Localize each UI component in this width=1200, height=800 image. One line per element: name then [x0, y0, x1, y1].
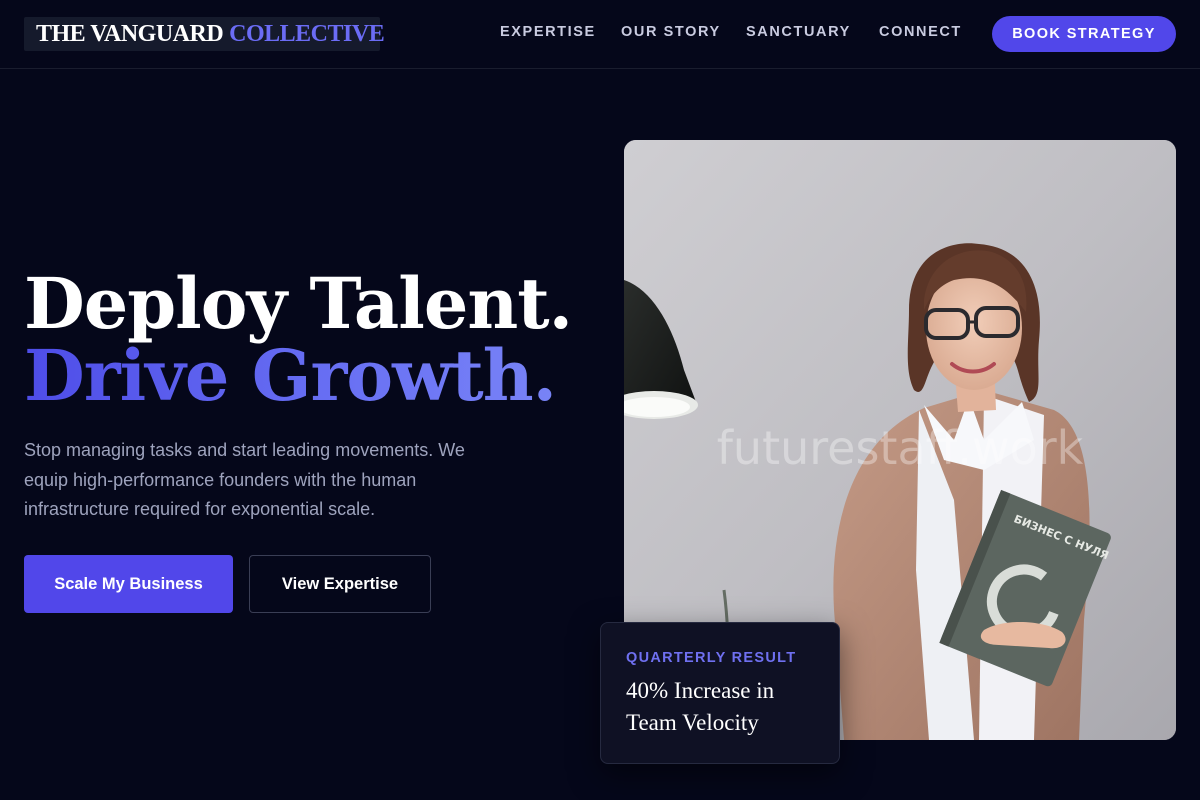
result-value: 40% Increase in Team Velocity [626, 678, 775, 735]
brand-name-part2: COLLECTIVE [229, 20, 385, 47]
brand-logo[interactable]: THE VANGUARD COLLECTIVE [24, 17, 385, 51]
nav-link-our-story[interactable]: OUR STORY [621, 24, 721, 40]
nav-link-sanctuary[interactable]: SANCTUARY [746, 24, 851, 40]
top-nav: THE VANGUARD COLLECTIVE EXPERTISE OUR ST… [0, 0, 1200, 69]
headline-line-2: Drive Growth. [24, 340, 584, 412]
headline-line-1: Deploy Talent. [24, 262, 573, 345]
result-label: QUARTERLY RESULT [626, 650, 797, 666]
quarterly-result-card: QUARTERLY RESULT 40% Increase in Team Ve… [600, 622, 840, 764]
scale-my-business-button[interactable]: Scale My Business [24, 555, 233, 613]
watermark-text: futurestaff.work [717, 421, 1084, 475]
nav-link-expertise[interactable]: EXPERTISE [500, 24, 596, 40]
view-expertise-button[interactable]: View Expertise [249, 555, 431, 613]
nav-link-connect[interactable]: CONNECT [879, 24, 962, 40]
book-strategy-button[interactable]: BOOK STRATEGY [992, 16, 1176, 52]
hero-headline: Deploy Talent. Drive Growth. [24, 268, 584, 412]
hero-lead-text: Stop managing tasks and start leading mo… [24, 440, 465, 519]
brand-name-part1: THE VANGUARD [36, 20, 224, 47]
